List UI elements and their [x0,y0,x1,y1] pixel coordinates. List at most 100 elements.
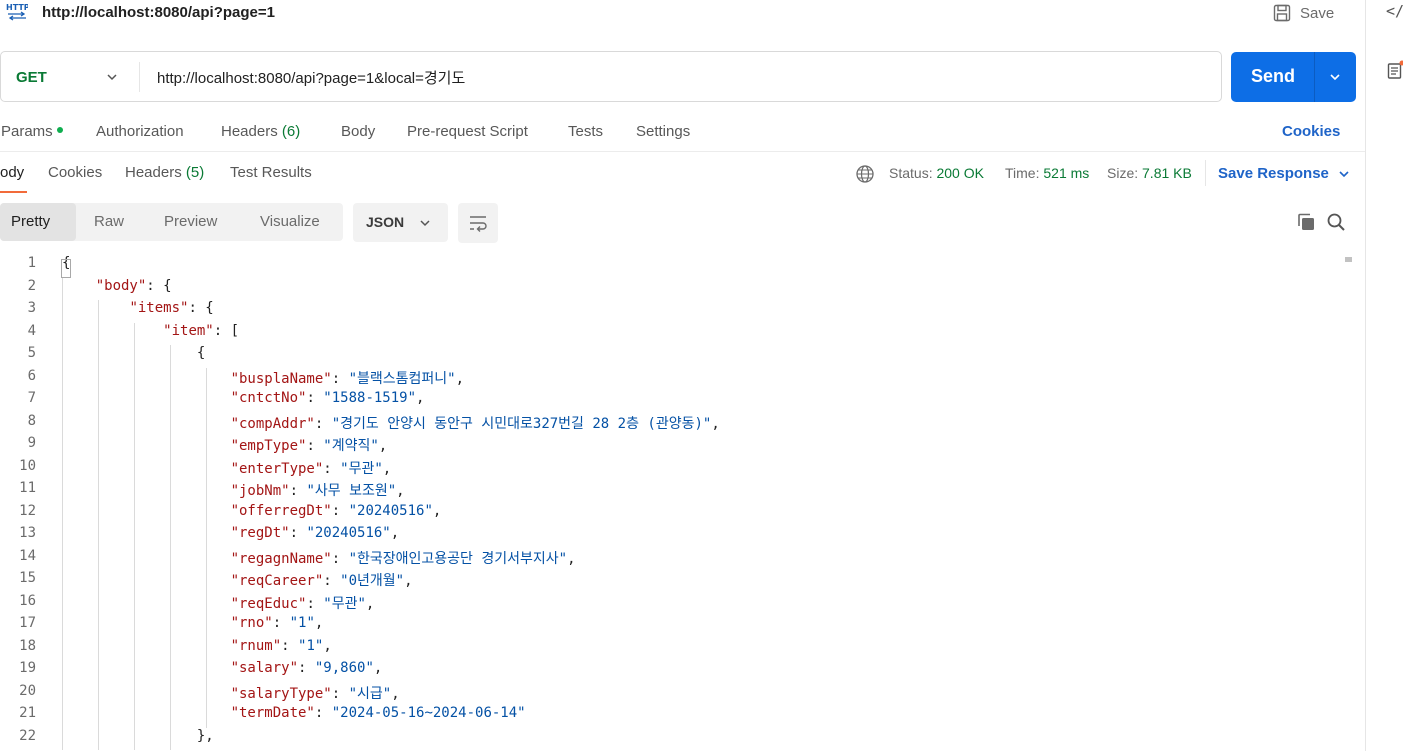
status-label: Status: [889,165,933,181]
response-time[interactable]: Time: 521 ms [1005,165,1089,181]
tab-settings[interactable]: Settings [636,123,690,140]
chevron-down-icon[interactable] [105,70,119,84]
request-tabs: Params Authorization Headers (6) Body Pr… [0,120,1365,152]
line-number: 1 [27,255,36,271]
tab-raw[interactable]: Raw [94,213,124,230]
code-line: 6 "busplaName": "블랙스톰컴퍼니", [0,368,1340,391]
code-snippet-icon[interactable]: </> [1386,2,1403,20]
line-number: 8 [27,412,36,429]
vertical-scrollbar[interactable] [1345,257,1352,262]
status-code[interactable]: Status: 200 OK [889,165,984,181]
line-number: 20 [19,682,36,699]
save-icon [1273,4,1291,22]
right-sidebar: </> [1365,0,1403,751]
language-select[interactable]: JSON [353,203,448,242]
response-size[interactable]: Size: 7.81 KB [1107,165,1192,181]
code-line: 10 "enterType": "무관", [0,458,1340,481]
line-number: 14 [19,547,36,564]
code-line: 21 "termDate": "2024-05-16~2024-06-14" [0,705,1340,728]
code-line: 5 { [0,345,1340,368]
tab-pre-request-script[interactable]: Pre-request Script [407,123,528,140]
code-line: 3 "items": { [0,300,1340,323]
request-title-bar: HTTP http://localhost:8080/api?page=1 Sa… [0,0,1365,30]
line-number: 10 [19,457,36,474]
code-line: 22 }, [0,728,1340,751]
time-value: 521 ms [1043,165,1090,181]
chevron-down-icon[interactable] [1337,167,1351,181]
tab-headers[interactable]: Headers (6) [221,123,300,140]
copy-icon[interactable] [1296,212,1316,232]
code-line: 8 "compAddr": "경기도 안양시 동안구 시민대로327번길 28 … [0,413,1340,436]
tab-params[interactable]: Params [1,123,63,140]
tab-body[interactable]: Body [341,123,375,140]
line-number: 21 [19,705,36,721]
url-input[interactable]: http://localhost:8080/api?page=1&local=경… [157,67,465,88]
line-number: 7 [27,390,36,406]
code-line: 14 "regagnName": "한국장애인고용공단 경기서부지사", [0,548,1340,571]
code-text: { [62,345,206,361]
code-text: "busplaName": "블랙스톰컴퍼니", [230,370,465,387]
line-number: 17 [19,615,36,631]
svg-text:HTTP: HTTP [6,3,28,12]
code-line: 1{ [0,255,1340,278]
status-value: 200 OK [936,165,984,181]
code-text: "jobNm": "사무 보조원", [230,483,405,499]
tab-test-results[interactable]: Test Results [230,164,312,181]
line-number: 9 [27,435,36,451]
cookies-link[interactable]: Cookies [1282,123,1340,140]
view-mode-tabs: Pretty Raw Preview Visualize [0,203,343,241]
tab-label: Headers [125,164,182,181]
method-select[interactable]: GET [16,69,47,86]
code-line: 11 "jobNm": "사무 보조원", [0,480,1340,503]
code-line: 17 "rno": "1", [0,615,1340,638]
code-line: 20 "salaryType": "시급", [0,683,1340,706]
line-number: 15 [19,570,36,586]
request-name[interactable]: http://localhost:8080/api?page=1 [42,4,275,21]
bracket-match-highlight [61,259,71,278]
chevron-down-icon [420,220,430,227]
tab-response-body[interactable]: ody [0,164,24,181]
chevron-down-icon[interactable] [1328,70,1342,84]
tab-pretty[interactable]: Pretty [11,213,50,230]
tab-tests[interactable]: Tests [568,123,603,140]
line-number: 19 [19,660,36,676]
code-line: 13 "regDt": "20240516", [0,525,1340,548]
code-text: "rno": "1", [230,615,324,631]
divider [139,62,140,92]
code-line: 15 "reqCareer": "0년개월", [0,570,1340,593]
tab-response-headers[interactable]: Headers (5) [125,164,204,181]
save-label: Save [1300,4,1335,22]
line-number: 13 [19,525,36,541]
time-label: Time: [1005,165,1040,181]
line-number: 18 [19,637,36,654]
save-response-button[interactable]: Save Response [1218,165,1329,182]
globe-icon[interactable] [855,164,875,184]
code-text: "empType": "계약직", [230,438,388,454]
code-text: "item": [ [163,322,240,339]
code-text: "regDt": "20240516", [230,525,400,541]
http-icon: HTTP [6,2,30,22]
save-button[interactable]: Save [1272,2,1334,24]
language-label: JSON [366,214,405,230]
tab-visualize[interactable]: Visualize [260,213,320,230]
tab-response-cookies[interactable]: Cookies [48,164,102,181]
url-bar: GET http://localhost:8080/api?page=1&loc… [0,51,1222,102]
tab-authorization[interactable]: Authorization [96,123,184,140]
line-number: 11 [19,480,36,496]
size-value: 7.81 KB [1142,165,1192,181]
code-line: 4 "item": [ [0,323,1340,346]
code-text: "rnum": "1", [230,637,332,654]
code-text: "items": { [129,300,214,316]
line-number: 16 [19,592,36,609]
documentation-icon[interactable] [1387,60,1403,80]
search-icon[interactable] [1326,212,1346,232]
code-line: 9 "empType": "계약직", [0,435,1340,458]
code-text: "reqEduc": "무관", [230,595,375,612]
response-body-editor[interactable]: 1{2 "body": {3 "items": {4 "item": [5 {6… [0,255,1355,751]
response-headers-count: (5) [185,164,205,181]
code-line: 12 "offerregDt": "20240516", [0,503,1340,526]
wrap-lines-button[interactable] [458,203,498,243]
tab-label: Headers [221,123,278,140]
tab-preview[interactable]: Preview [164,213,217,230]
send-button[interactable]: Send [1231,52,1356,102]
